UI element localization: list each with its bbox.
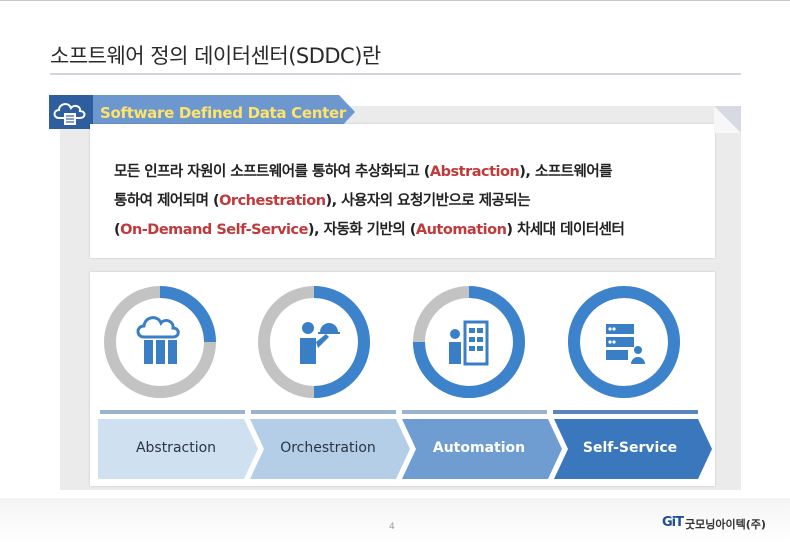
server-user-icon	[606, 324, 645, 364]
step-label-orchestration: Orchestration	[280, 440, 376, 456]
definition-line-1: 모든 인프라 자원이 소프트웨어를 통하여 추상화되고 (Abstraction…	[114, 160, 613, 181]
step-divider-2	[251, 410, 396, 414]
cloud-server-icon	[136, 316, 180, 364]
definition-text: ), 자동화 기반의 (	[307, 222, 416, 238]
slide: 소프트웨어 정의 데이터센터(SDDC)란 Software Defined D…	[0, 0, 790, 542]
definition-text: 통하여 제어되며 (	[114, 193, 220, 209]
waiter-service-icon	[300, 322, 340, 364]
control-panel-operator-icon	[449, 320, 489, 366]
definition-line-3: (On-Demand Self-Service), 자동화 기반의 (Autom…	[114, 218, 625, 239]
company-name: 굿모닝아이텍(주)	[685, 518, 766, 531]
progress-ring-automation	[413, 286, 525, 398]
definition-text: 모든 인프라 자원이 소프트웨어를 통하여 추상화되고 (	[114, 164, 430, 180]
page-title: 소프트웨어 정의 데이터센터(SDDC)란	[50, 44, 381, 68]
step-divider-4	[553, 410, 698, 414]
progress-ring-abstraction	[104, 286, 216, 398]
banner-title: Software Defined Data Center	[100, 104, 346, 122]
page-number: 4	[389, 522, 395, 532]
top-divider	[0, 0, 790, 1]
step-divider-3	[402, 410, 547, 414]
highlight-term: Abstraction	[429, 164, 520, 180]
progress-ring-orchestration	[258, 286, 370, 398]
definition-line-2: 통하여 제어되며 (Orchestration), 사용자의 요청기반으로 제공…	[114, 189, 531, 210]
definition-text: ), 사용자의 요청기반으로 제공되는	[325, 193, 531, 209]
title-underline	[50, 73, 741, 75]
progress-ring-self-service	[568, 286, 680, 398]
step-label-automation: Automation	[432, 440, 526, 456]
highlight-term: On-Demand Self-Service	[120, 222, 308, 238]
step-label-self-service: Self-Service	[582, 440, 678, 456]
definition-text: ) 차세대 데이터센터	[506, 222, 625, 238]
definition-text: ), 소프트웨어를	[519, 164, 613, 180]
cloud-building-icon	[53, 103, 86, 125]
highlight-term: Orchestration	[219, 193, 326, 209]
highlight-term: Automation	[415, 222, 507, 238]
company-logo: GiT	[662, 515, 684, 530]
corner-fold-decoration	[714, 106, 741, 133]
step-label-abstraction: Abstraction	[135, 440, 217, 456]
step-divider-1	[100, 410, 245, 414]
